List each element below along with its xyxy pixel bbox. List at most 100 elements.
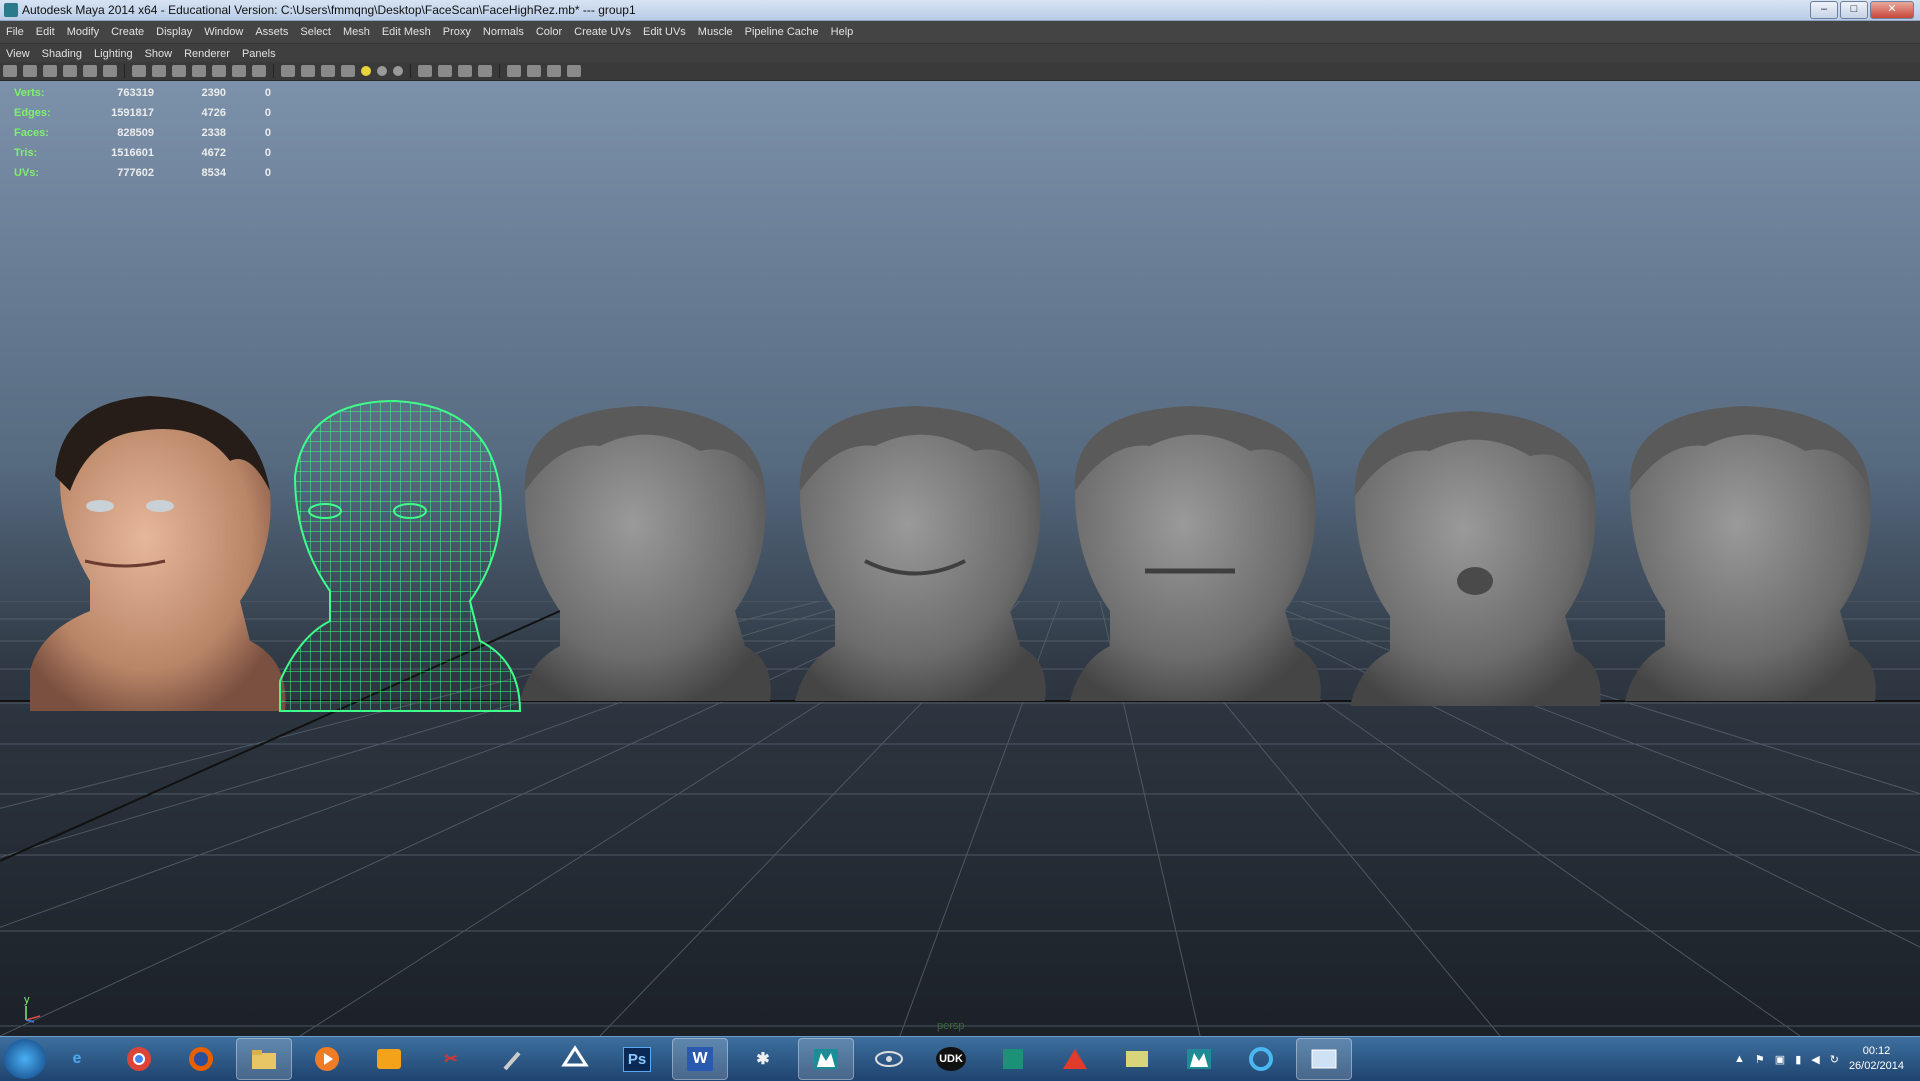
resolution-gate-icon[interactable] xyxy=(172,65,186,77)
menu-pipeline-cache[interactable]: Pipeline Cache xyxy=(739,26,825,38)
menu-proxy[interactable]: Proxy xyxy=(437,26,477,38)
axis-y-label: y xyxy=(24,994,30,1006)
scan-head-grimace[interactable] xyxy=(1070,406,1321,701)
menu-window[interactable]: Window xyxy=(198,26,249,38)
outlook-icon[interactable] xyxy=(362,1039,416,1079)
window-controls: – □ ✕ xyxy=(1810,1,1914,19)
image-plane-icon[interactable] xyxy=(63,65,77,77)
firefox-icon[interactable] xyxy=(174,1039,228,1079)
scan-head-neutral[interactable] xyxy=(520,406,771,701)
udk-icon[interactable]: UDK xyxy=(924,1039,978,1079)
shaded-cube-icon[interactable] xyxy=(301,65,315,77)
panel-menu-show[interactable]: Show xyxy=(139,48,179,60)
hud-row-faces: Faces: 828509 2338 0 xyxy=(14,127,271,139)
wireframe-cube-icon[interactable] xyxy=(281,65,295,77)
explorer-icon[interactable] xyxy=(236,1038,292,1080)
wireframe-icon[interactable] xyxy=(132,65,146,77)
volume-icon[interactable]: ◀ xyxy=(1811,1053,1819,1066)
maya-icon[interactable] xyxy=(798,1038,854,1080)
menu-select[interactable]: Select xyxy=(294,26,337,38)
textured-head-model[interactable] xyxy=(30,396,286,711)
film-gate-icon[interactable] xyxy=(103,65,117,77)
axis-indicator: y xyxy=(20,994,50,1024)
snipping-tool-icon[interactable]: ✂ xyxy=(424,1039,478,1079)
share-icon[interactable] xyxy=(567,65,581,77)
show-hidden-icons-icon[interactable]: ▲ xyxy=(1734,1053,1745,1065)
menu-display[interactable]: Display xyxy=(150,26,198,38)
media-player-icon[interactable] xyxy=(300,1039,354,1079)
panel-menu-view[interactable]: View xyxy=(0,48,36,60)
frame-selected-icon[interactable] xyxy=(547,65,561,77)
camera-attributes-icon[interactable] xyxy=(23,65,37,77)
menu-muscle[interactable]: Muscle xyxy=(692,26,739,38)
shadows-icon[interactable] xyxy=(393,66,403,76)
menu-file[interactable]: File xyxy=(0,26,30,38)
poly-count-hud: Verts: 763319 2390 0 Edges: 1591817 4726… xyxy=(14,83,271,183)
zbrush-icon[interactable]: ✱ xyxy=(736,1039,790,1079)
xray-joints-icon[interactable] xyxy=(458,65,472,77)
panel-menu-bar: View Shading Lighting Show Renderer Pane… xyxy=(0,43,1920,63)
eye-icon[interactable] xyxy=(862,1039,916,1079)
menu-create[interactable]: Create xyxy=(105,26,150,38)
smooth-shade-icon[interactable] xyxy=(152,65,166,77)
bookmark-icon[interactable] xyxy=(43,65,57,77)
maya-2-icon[interactable] xyxy=(1172,1039,1226,1079)
wireframe-head-model[interactable] xyxy=(279,399,522,712)
hud-toggle-icon[interactable] xyxy=(507,65,521,77)
textured-icon[interactable] xyxy=(341,65,355,77)
field-chart-icon[interactable] xyxy=(212,65,226,77)
menu-mesh[interactable]: Mesh xyxy=(337,26,376,38)
network-signal-icon[interactable]: ▮ xyxy=(1795,1053,1801,1066)
perspective-viewport[interactable]: Verts: 763319 2390 0 Edges: 1591817 4726… xyxy=(0,81,1920,1036)
xray-icon[interactable] xyxy=(438,65,452,77)
close-button[interactable]: ✕ xyxy=(1870,1,1914,19)
menu-normals[interactable]: Normals xyxy=(477,26,530,38)
panel-menu-shading[interactable]: Shading xyxy=(36,48,88,60)
menu-edit-uvs[interactable]: Edit UVs xyxy=(637,26,692,38)
microphone-icon[interactable] xyxy=(486,1039,540,1079)
ie-icon[interactable]: e xyxy=(50,1039,104,1079)
chrome-icon[interactable] xyxy=(112,1039,166,1079)
word-icon[interactable]: W xyxy=(672,1038,728,1080)
default-light-icon[interactable] xyxy=(361,66,371,76)
wire-on-shaded-icon[interactable] xyxy=(321,65,335,77)
sync-icon[interactable]: ↻ xyxy=(1830,1053,1839,1066)
scan-head-open-mouth[interactable] xyxy=(1350,411,1601,706)
window-icon[interactable] xyxy=(1296,1038,1352,1080)
safe-action-icon[interactable] xyxy=(192,65,206,77)
action-center-flag-icon[interactable]: ⚑ xyxy=(1755,1053,1765,1066)
unity-icon[interactable] xyxy=(548,1039,602,1079)
photoshop-icon[interactable]: Ps xyxy=(610,1039,664,1079)
panel-menu-lighting[interactable]: Lighting xyxy=(88,48,139,60)
3dsmax-icon[interactable] xyxy=(1048,1039,1102,1079)
menu-modify[interactable]: Modify xyxy=(61,26,105,38)
maximize-button[interactable]: □ xyxy=(1840,1,1868,19)
minimize-button[interactable]: – xyxy=(1810,1,1838,19)
maya-alt-icon[interactable] xyxy=(986,1039,1040,1079)
backface-icon[interactable] xyxy=(478,65,492,77)
panel-menu-renderer[interactable]: Renderer xyxy=(178,48,236,60)
select-camera-icon[interactable] xyxy=(3,65,17,77)
scan-head-smile[interactable] xyxy=(795,406,1046,701)
menu-color[interactable]: Color xyxy=(530,26,568,38)
menu-edit-mesh[interactable]: Edit Mesh xyxy=(376,26,437,38)
device-icon[interactable]: ▣ xyxy=(1775,1053,1785,1066)
grid-toggle-icon[interactable] xyxy=(83,65,97,77)
panel-menu-panels[interactable]: Panels xyxy=(236,48,282,60)
menu-assets[interactable]: Assets xyxy=(249,26,294,38)
safe-title-icon[interactable] xyxy=(232,65,246,77)
clock-time: 00:12 xyxy=(1862,1045,1891,1057)
clock[interactable]: 00:12 26/02/2014 xyxy=(1849,1044,1904,1074)
start-button[interactable] xyxy=(4,1039,46,1079)
cycle-icon[interactable] xyxy=(1234,1039,1288,1079)
scan-head-wink[interactable] xyxy=(1625,406,1876,701)
folder-icon[interactable] xyxy=(1110,1039,1164,1079)
isolate-select-icon[interactable] xyxy=(418,65,432,77)
frame-all-icon[interactable] xyxy=(527,65,541,77)
hud-row-edges: Edges: 1591817 4726 0 xyxy=(14,107,271,119)
menu-help[interactable]: Help xyxy=(825,26,860,38)
menu-create-uvs[interactable]: Create UVs xyxy=(568,26,637,38)
menu-edit[interactable]: Edit xyxy=(30,26,61,38)
text-icon[interactable] xyxy=(252,65,266,77)
all-lights-icon[interactable] xyxy=(377,66,387,76)
